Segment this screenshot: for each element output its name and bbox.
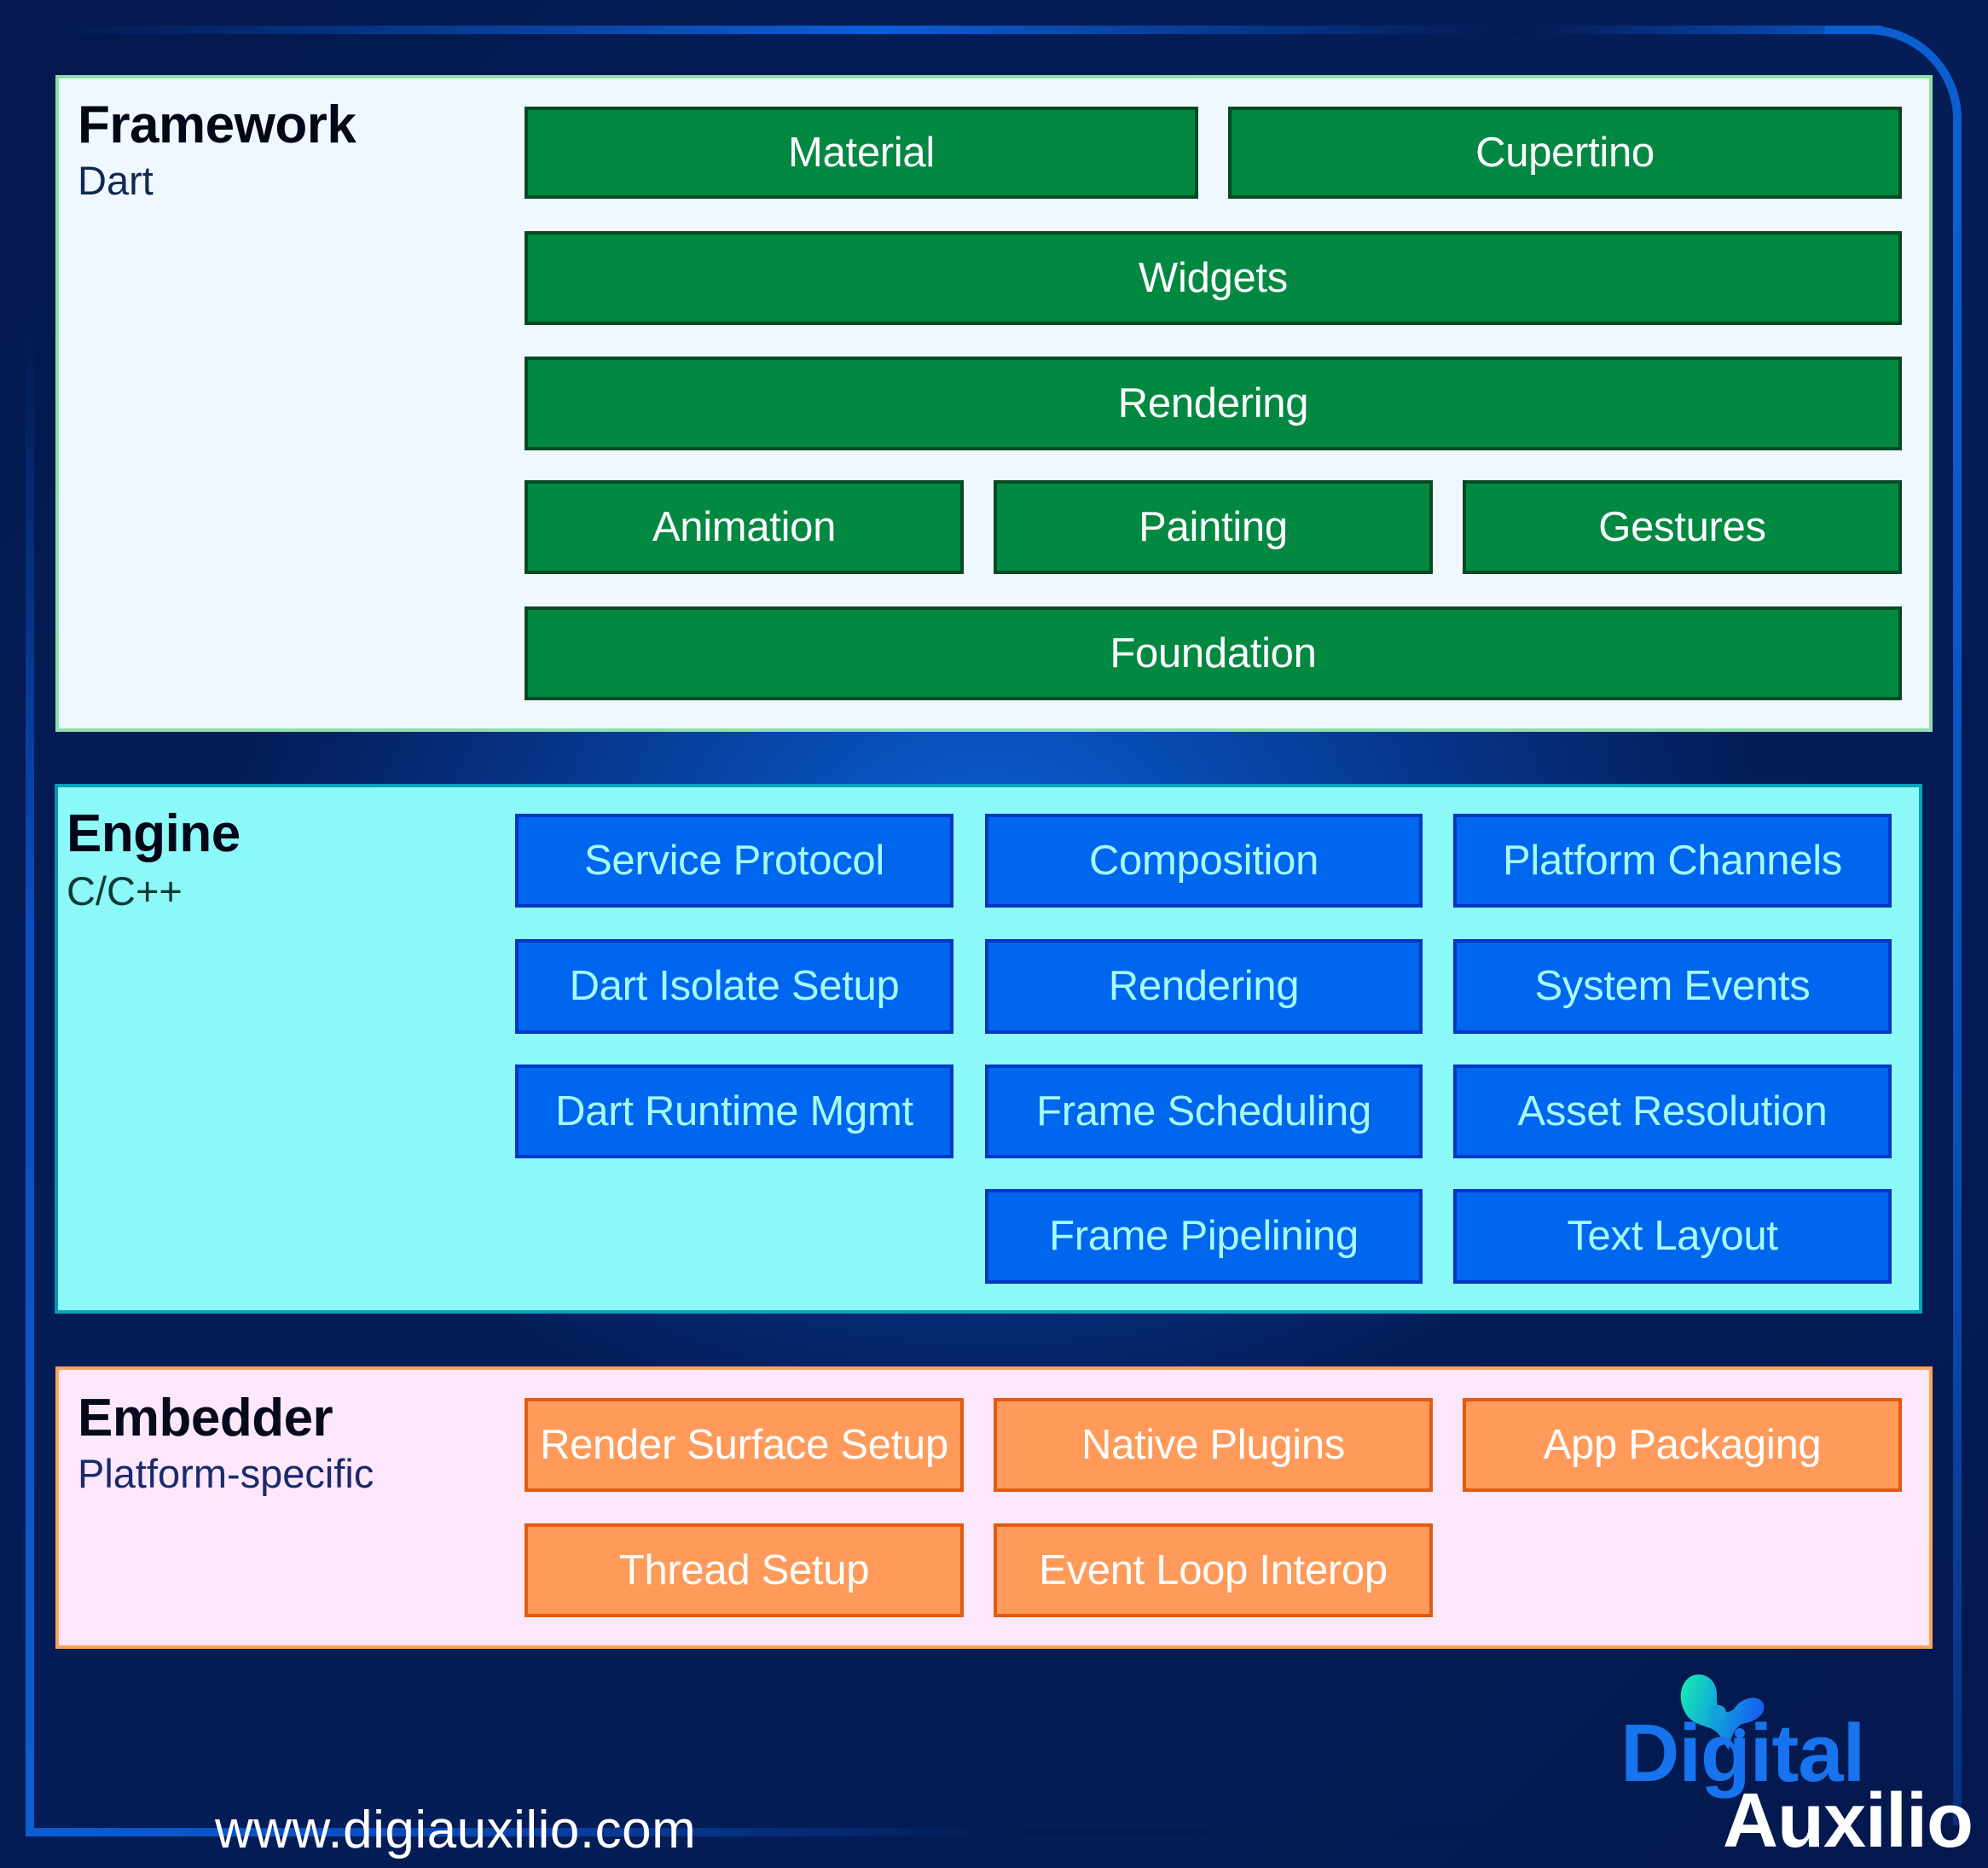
framework-box-painting: Painting <box>994 480 1433 574</box>
frame-border-left <box>26 324 34 1834</box>
engine-box-composition: Composition <box>985 814 1423 908</box>
frame-border-top <box>51 26 1885 34</box>
framework-box-animation: Animation <box>525 480 964 574</box>
engine-box-dart-isolate-setup: Dart Isolate Setup <box>515 939 953 1034</box>
framework-box-foundation: Foundation <box>525 606 1902 700</box>
embedder-box-app-packaging: App Packaging <box>1463 1398 1902 1492</box>
embedder-box-native-plugins: Native Plugins <box>994 1398 1433 1492</box>
engine-box-rendering: Rendering <box>985 939 1423 1034</box>
engine-box-dart-runtime-mgmt: Dart Runtime Mgmt <box>515 1065 953 1158</box>
framework-box-rendering: Rendering <box>525 357 1902 450</box>
logo-text-auxilio: Auxilio <box>1723 1778 1974 1864</box>
embedder-title: Embedder <box>78 1389 333 1447</box>
engine-title: Engine <box>67 804 241 863</box>
framework-box-gestures: Gestures <box>1463 480 1902 574</box>
engine-box-asset-resolution: Asset Resolution <box>1453 1065 1892 1158</box>
engine-language: C/C++ <box>67 868 183 914</box>
framework-title: Framework <box>78 96 356 154</box>
embedder-box-event-loop-interop: Event Loop Interop <box>994 1523 1433 1617</box>
engine-box-text-layout: Text Layout <box>1453 1189 1892 1284</box>
website-url[interactable]: www.digiauxilio.com <box>215 1800 696 1860</box>
engine-box-service-protocol: Service Protocol <box>515 814 953 908</box>
embedder-platform: Platform-specific <box>78 1451 374 1496</box>
framework-box-widgets: Widgets <box>525 231 1902 325</box>
engine-box-platform-channels: Platform Channels <box>1453 814 1892 908</box>
frame-border-right <box>1953 205 1962 1825</box>
engine-box-frame-pipelining: Frame Pipelining <box>985 1189 1423 1284</box>
embedder-box-thread-setup: Thread Setup <box>525 1523 964 1617</box>
engine-box-frame-scheduling: Frame Scheduling <box>985 1065 1423 1158</box>
framework-box-cupertino: Cupertino <box>1228 107 1902 199</box>
brand-logo: Digital Auxilio <box>1616 1672 1974 1868</box>
engine-box-system-events: System Events <box>1453 939 1892 1034</box>
embedder-box-render-surface-setup: Render Surface Setup <box>525 1398 964 1492</box>
framework-language: Dart <box>78 158 154 203</box>
framework-box-material: Material <box>525 107 1198 199</box>
